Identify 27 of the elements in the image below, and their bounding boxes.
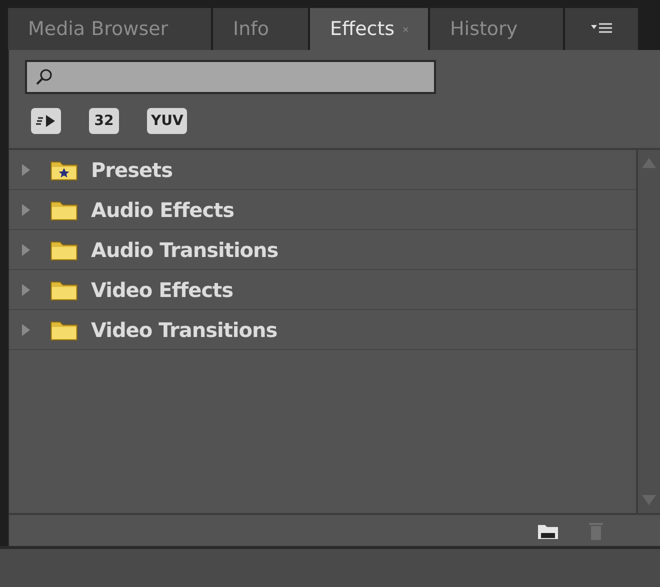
- search-field[interactable]: [25, 60, 436, 94]
- tree-item-label[interactable]: Video Effects: [91, 274, 234, 304]
- scrollbar[interactable]: [636, 150, 660, 513]
- caret-icon: [21, 164, 31, 176]
- search-icon: [35, 68, 53, 86]
- tree-item-label[interactable]: Audio Effects: [91, 194, 234, 224]
- menu-icon: [590, 22, 612, 36]
- scroll-up-icon[interactable]: [642, 158, 656, 168]
- tree-item-label[interactable]: Video Transitions: [91, 314, 278, 344]
- tree-item-label[interactable]: Audio Transitions: [91, 234, 278, 264]
- panel-tab[interactable]: Media Browser: [8, 8, 211, 50]
- panel-tab[interactable]: Info: [213, 8, 308, 50]
- accelerated-effects-button[interactable]: [31, 108, 61, 134]
- play-icon: [35, 114, 57, 128]
- filter-badge-button[interactable]: YUV: [147, 108, 188, 134]
- panel-menu-button[interactable]: [565, 8, 638, 50]
- panel-tab[interactable]: Effects: [310, 8, 428, 50]
- caret-icon: [21, 204, 31, 216]
- trash-icon: [588, 520, 604, 540]
- tree-item-label[interactable]: Presets: [91, 154, 173, 184]
- filter-badge-button[interactable]: 32: [89, 108, 119, 134]
- scroll-down-icon[interactable]: [642, 495, 656, 505]
- caret-icon: [21, 284, 31, 296]
- close-icon[interactable]: [402, 24, 408, 34]
- panel-tab[interactable]: History: [430, 8, 563, 50]
- caret-icon: [21, 244, 31, 256]
- caret-icon: [21, 324, 31, 336]
